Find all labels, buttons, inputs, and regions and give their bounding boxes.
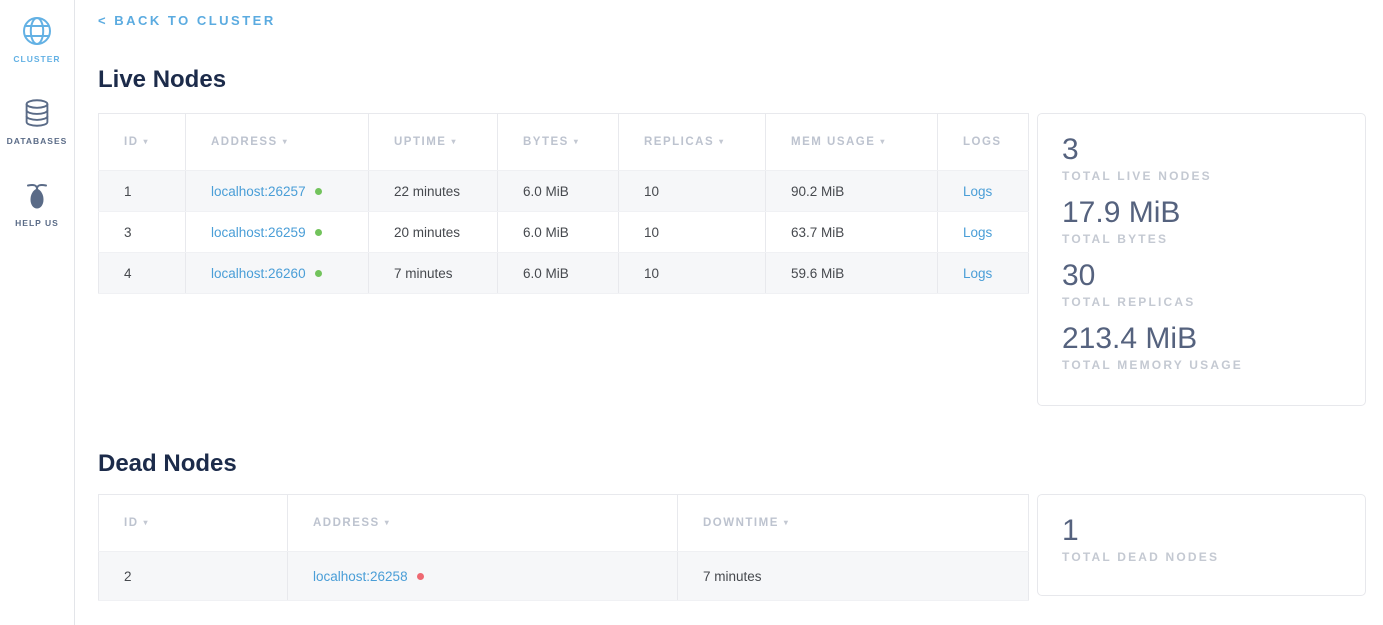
- logs-link[interactable]: Logs: [963, 266, 992, 281]
- column-header-id[interactable]: ID▾: [99, 114, 186, 171]
- sort-arrow-icon: ▾: [784, 518, 790, 527]
- sort-arrow-icon: ▾: [451, 137, 457, 146]
- live-nodes-table: ID▾ ADDRESS▾ UPTIME▾ BYTES▾ REPLICAS▾ ME…: [98, 113, 1029, 294]
- bug-icon: [18, 176, 56, 214]
- column-header-uptime[interactable]: UPTIME▾: [369, 114, 498, 171]
- sort-arrow-icon: ▾: [283, 137, 289, 146]
- stat-value: 213.4 MiB: [1062, 322, 1341, 356]
- node-dead-dot: [417, 573, 424, 580]
- dead-nodes-section: Dead Nodes ID▾ ADDRESS▾ DOWNTIME▾ 2 loc: [98, 450, 1366, 601]
- sort-arrow-icon: ▾: [880, 137, 886, 146]
- column-header-address[interactable]: ADDRESS▾: [288, 495, 678, 552]
- cell-node-id: 1: [99, 171, 186, 212]
- cell-node-replicas: 10: [619, 171, 766, 212]
- live-nodes-section: Live Nodes ID▾ ADDRESS▾ UPTIME▾ BYTES▾ R…: [98, 66, 1366, 406]
- column-header-id[interactable]: ID▾: [99, 495, 288, 552]
- column-header-downtime[interactable]: DOWNTIME▾: [678, 495, 1029, 552]
- table-row: 4 localhost:26260 7 minutes 6.0 MiB 10 5…: [99, 253, 1029, 294]
- node-live-dot: [315, 188, 322, 195]
- sort-arrow-icon: ▾: [144, 518, 150, 527]
- cell-node-address: localhost:26257: [186, 171, 369, 212]
- node-address-link[interactable]: localhost:26260: [211, 266, 306, 281]
- dead-nodes-title: Dead Nodes: [98, 450, 1366, 478]
- cell-node-mem-usage: 59.6 MiB: [766, 253, 938, 294]
- cell-node-replicas: 10: [619, 253, 766, 294]
- cell-node-uptime: 7 minutes: [369, 253, 498, 294]
- table-header-row: ID▾ ADDRESS▾ DOWNTIME▾: [99, 495, 1029, 552]
- cell-node-address: localhost:26260: [186, 253, 369, 294]
- sort-arrow-icon: ▾: [144, 137, 150, 146]
- sidebar-item-cluster[interactable]: CLUSTER: [0, 12, 74, 64]
- node-live-dot: [315, 270, 322, 277]
- table-row: 3 localhost:26259 20 minutes 6.0 MiB 10 …: [99, 212, 1029, 253]
- stat-total-replicas: 30 TOTAL REPLICAS: [1062, 259, 1341, 309]
- stat-label: TOTAL BYTES: [1062, 232, 1341, 246]
- back-chevron-icon: <: [98, 13, 108, 28]
- database-icon: [18, 94, 56, 132]
- stat-value: 1: [1062, 514, 1341, 548]
- node-address-link[interactable]: localhost:26258: [313, 569, 408, 584]
- stat-label: TOTAL REPLICAS: [1062, 295, 1341, 309]
- cell-node-logs: Logs: [938, 253, 1029, 294]
- column-header-bytes[interactable]: BYTES▾: [498, 114, 619, 171]
- stat-value: 3: [1062, 133, 1341, 167]
- stat-label: TOTAL LIVE NODES: [1062, 169, 1341, 183]
- cell-node-downtime: 7 minutes: [678, 552, 1029, 601]
- stat-total-memory-usage: 213.4 MiB TOTAL MEMORY USAGE: [1062, 322, 1341, 372]
- sort-arrow-icon: ▾: [574, 137, 580, 146]
- stat-value: 30: [1062, 259, 1341, 293]
- live-nodes-title: Live Nodes: [98, 66, 1366, 94]
- cell-node-address: localhost:26259: [186, 212, 369, 253]
- stat-label: TOTAL MEMORY USAGE: [1062, 358, 1341, 372]
- sort-arrow-icon: ▾: [719, 137, 725, 146]
- cell-node-bytes: 6.0 MiB: [498, 253, 619, 294]
- node-address-link[interactable]: localhost:26257: [211, 184, 306, 199]
- stat-total-bytes: 17.9 MiB TOTAL BYTES: [1062, 196, 1341, 246]
- logs-link[interactable]: Logs: [963, 225, 992, 240]
- live-nodes-summary-card: 3 TOTAL LIVE NODES 17.9 MiB TOTAL BYTES …: [1037, 113, 1366, 406]
- cell-node-bytes: 6.0 MiB: [498, 171, 619, 212]
- cell-node-address: localhost:26258: [288, 552, 678, 601]
- stat-value: 17.9 MiB: [1062, 196, 1341, 230]
- logs-link[interactable]: Logs: [963, 184, 992, 199]
- cell-node-bytes: 6.0 MiB: [498, 212, 619, 253]
- sidebar-item-label: CLUSTER: [13, 54, 60, 64]
- cell-node-uptime: 20 minutes: [369, 212, 498, 253]
- node-address-link[interactable]: localhost:26259: [211, 225, 306, 240]
- sidebar: CLUSTER DATABASES HELP US: [0, 0, 75, 625]
- cell-node-mem-usage: 63.7 MiB: [766, 212, 938, 253]
- cell-node-replicas: 10: [619, 212, 766, 253]
- back-to-cluster-link[interactable]: < BACK TO CLUSTER: [98, 13, 276, 28]
- cell-node-logs: Logs: [938, 212, 1029, 253]
- globe-icon: [18, 12, 56, 50]
- cell-node-id: 4: [99, 253, 186, 294]
- cell-node-mem-usage: 90.2 MiB: [766, 171, 938, 212]
- stat-total-live-nodes: 3 TOTAL LIVE NODES: [1062, 133, 1341, 183]
- stat-label: TOTAL DEAD NODES: [1062, 550, 1341, 564]
- cell-node-logs: Logs: [938, 171, 1029, 212]
- column-header-address[interactable]: ADDRESS▾: [186, 114, 369, 171]
- cell-node-uptime: 22 minutes: [369, 171, 498, 212]
- column-header-logs: LOGS: [938, 114, 1029, 171]
- sidebar-item-label: HELP US: [15, 218, 59, 228]
- dead-nodes-summary-card: 1 TOTAL DEAD NODES: [1037, 494, 1366, 596]
- sidebar-item-label: DATABASES: [7, 136, 68, 146]
- cell-node-id: 2: [99, 552, 288, 601]
- sidebar-item-databases[interactable]: DATABASES: [0, 94, 74, 146]
- table-row: 2 localhost:26258 7 minutes: [99, 552, 1029, 601]
- node-live-dot: [315, 229, 322, 236]
- stat-total-dead-nodes: 1 TOTAL DEAD NODES: [1062, 514, 1341, 564]
- table-row: 1 localhost:26257 22 minutes 6.0 MiB 10 …: [99, 171, 1029, 212]
- table-header-row: ID▾ ADDRESS▾ UPTIME▾ BYTES▾ REPLICAS▾ ME…: [99, 114, 1029, 171]
- column-header-replicas[interactable]: REPLICAS▾: [619, 114, 766, 171]
- cell-node-id: 3: [99, 212, 186, 253]
- main-content: < BACK TO CLUSTER Live Nodes ID▾ ADDRESS…: [75, 0, 1383, 601]
- dead-nodes-table: ID▾ ADDRESS▾ DOWNTIME▾ 2 localhost:26258…: [98, 494, 1029, 601]
- sort-arrow-icon: ▾: [385, 518, 391, 527]
- column-header-mem-usage[interactable]: MEM USAGE▾: [766, 114, 938, 171]
- sidebar-item-help-us[interactable]: HELP US: [0, 176, 74, 228]
